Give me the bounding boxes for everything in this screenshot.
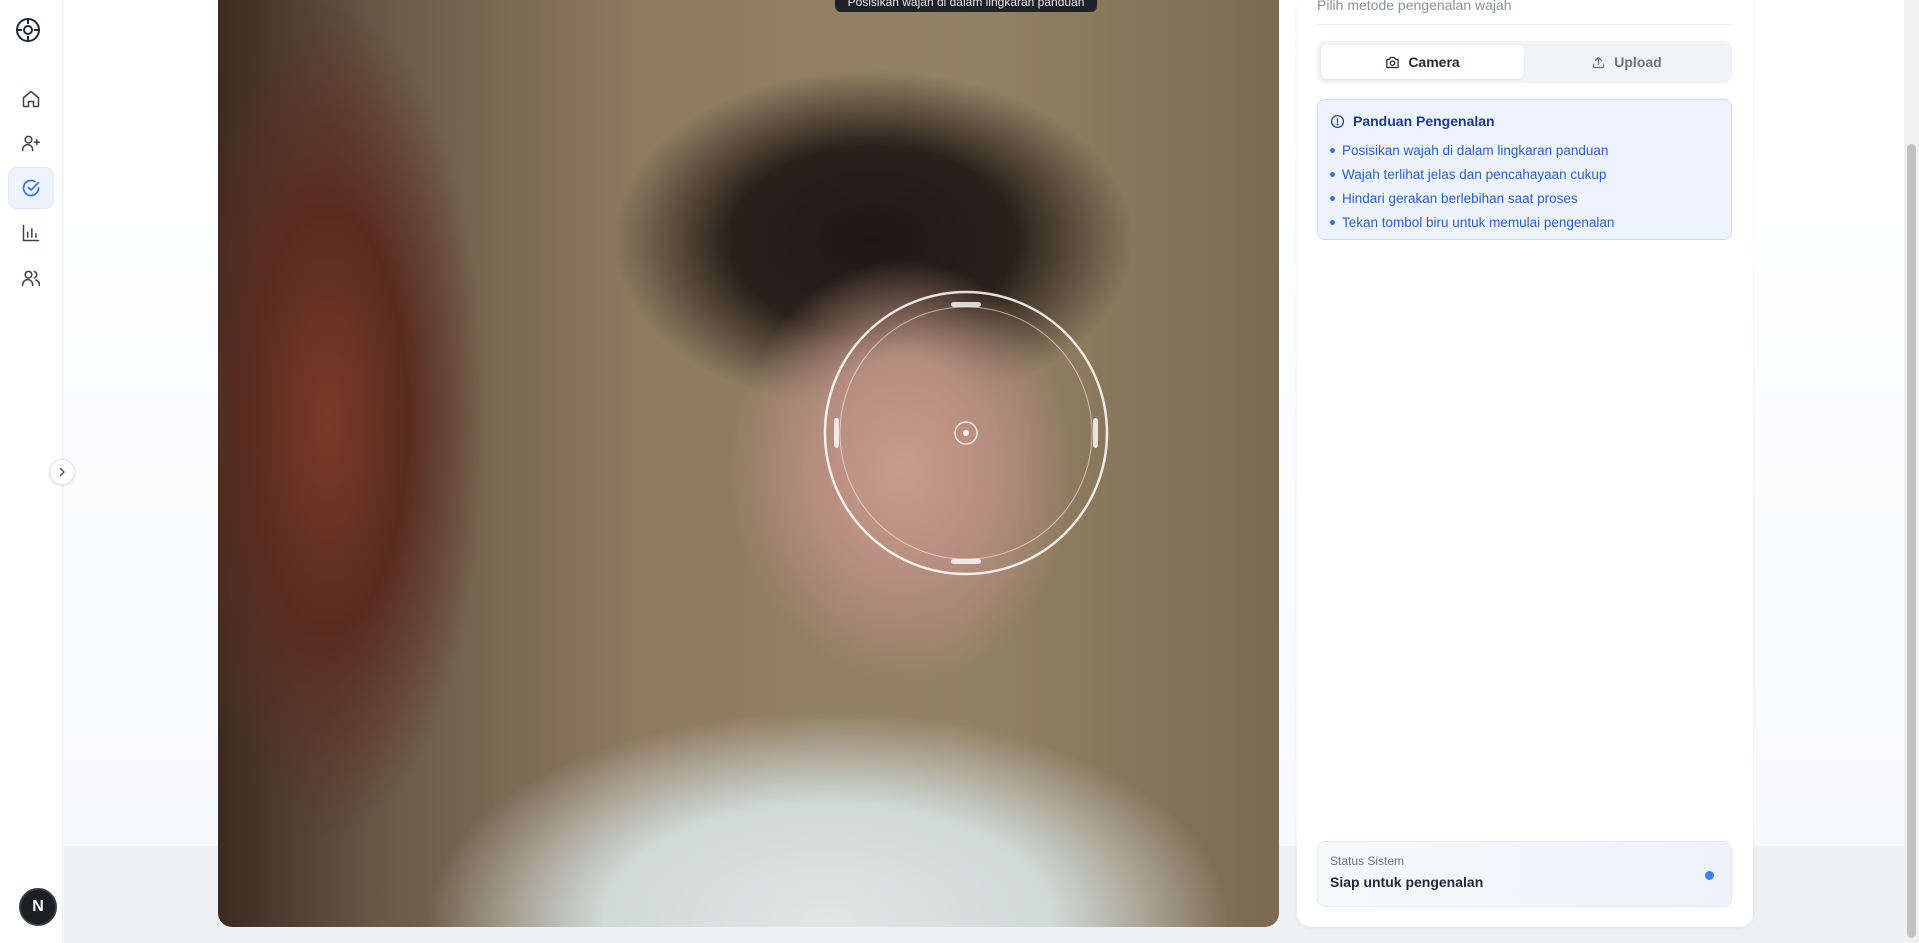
camera-tooltip: Posisikan wajah di dalam lingkaran pandu… (835, 0, 1097, 12)
recognition-guide: Panduan Pengenalan Posisikan wajah di da… (1317, 99, 1732, 240)
guide-item: Posisikan wajah di dalam lingkaran pandu… (1330, 138, 1719, 162)
guide-header: Panduan Pengenalan (1330, 112, 1719, 130)
scan-logo-icon[interactable] (15, 17, 41, 43)
upload-icon (1593, 56, 1605, 68)
user-plus-icon (21, 135, 41, 152)
page-scrollbar-thumb[interactable] (1907, 144, 1916, 938)
info-icon (1330, 114, 1345, 128)
method-tabs: Camera Upload (1317, 41, 1732, 83)
guide-item-text: Wajah terlihat jelas dan pencahayaan cuk… (1342, 166, 1607, 182)
guide-item-text: Posisikan wajah di dalam lingkaran pandu… (1342, 142, 1609, 158)
system-status-card: Status Sistem Siap untuk pengenalan (1317, 841, 1732, 907)
tab-upload[interactable]: Upload (1525, 45, 1728, 79)
guide-list: Posisikan wajah di dalam lingkaran pandu… (1330, 138, 1719, 234)
bullet-icon (1330, 219, 1335, 225)
bullet-icon (1330, 171, 1335, 177)
face-guide-circle (823, 290, 1109, 576)
bar-chart-icon (22, 224, 40, 242)
sidebar-item-recognize[interactable] (8, 167, 54, 209)
status-value: Siap untuk pengenalan (1330, 874, 1484, 890)
avatar[interactable]: N (19, 888, 57, 926)
status-indicator-dot (1705, 871, 1714, 880)
guide-title: Panduan Pengenalan (1353, 113, 1495, 129)
sidebar-item-home[interactable] (8, 78, 54, 120)
tab-camera[interactable]: Camera (1321, 45, 1524, 79)
sidebar-toggle-button[interactable] (49, 459, 75, 485)
sidebar-item-reports[interactable] (8, 212, 54, 254)
guide-item: Tekan tombol biru untuk memulai pengenal… (1330, 210, 1719, 234)
camera-preview[interactable]: Posisikan wajah di dalam lingkaran pandu… (218, 0, 1279, 927)
sidebar-item-register[interactable] (8, 122, 54, 164)
guide-item-text: Tekan tombol biru untuk memulai pengenal… (1342, 214, 1615, 230)
guide-item: Wajah terlihat jelas dan pencahayaan cuk… (1330, 162, 1719, 186)
sidebar-item-users[interactable] (8, 257, 54, 299)
status-label: Status Sistem (1330, 854, 1405, 868)
divider (1317, 24, 1733, 25)
bullet-icon (1330, 147, 1335, 153)
home-icon (22, 90, 40, 108)
panel-subtitle: Pilih metode pengenalan wajah (1317, 0, 1512, 13)
guide-item-text: Hindari gerakan berlebihan saat proses (1342, 190, 1578, 206)
check-circle-icon (22, 179, 40, 197)
recognition-panel: Pilih metode pengenalan wajah Camera Upl… (1297, 0, 1753, 927)
chevron-right-icon (59, 467, 65, 477)
tab-upload-label: Upload (1614, 54, 1662, 70)
guide-item: Hindari gerakan berlebihan saat proses (1330, 186, 1719, 210)
tab-camera-label: Camera (1408, 54, 1460, 70)
bullet-icon (1330, 195, 1335, 201)
camera-icon (1386, 56, 1400, 68)
users-icon (21, 270, 41, 287)
